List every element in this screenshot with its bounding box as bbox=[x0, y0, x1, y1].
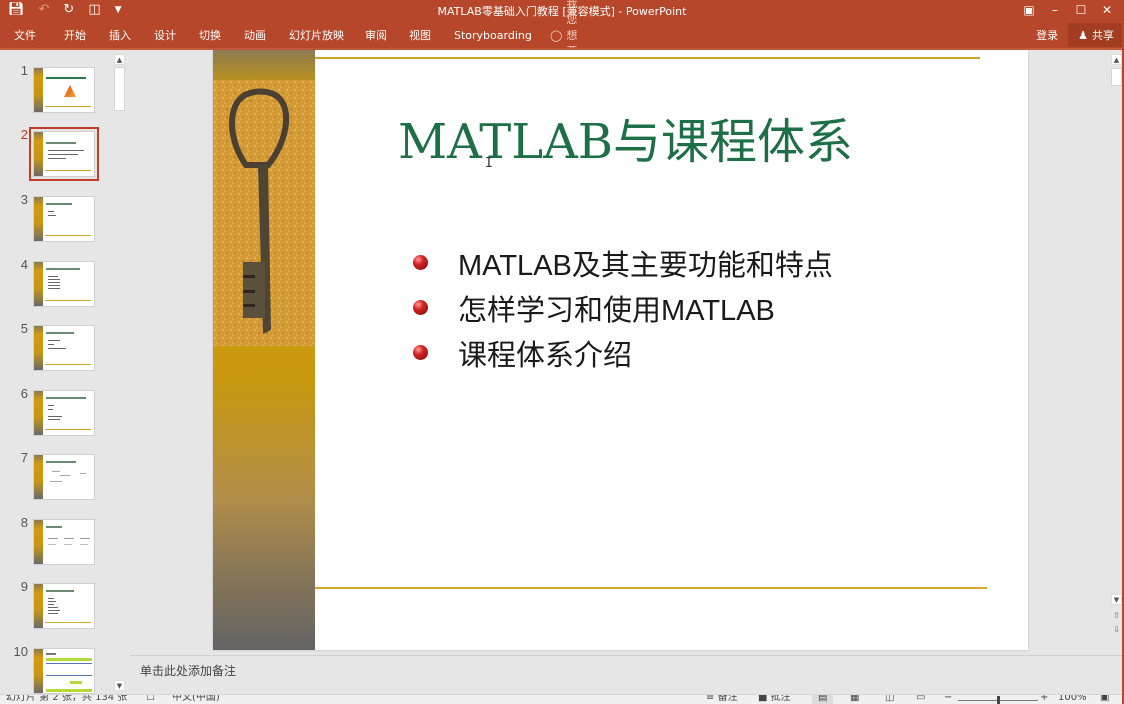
top-accent-line bbox=[315, 57, 980, 59]
comments-toggle[interactable]: ■ 批注 bbox=[758, 694, 791, 704]
scroll-up-icon[interactable]: ▲ bbox=[114, 54, 125, 65]
key-image bbox=[213, 80, 315, 346]
thumbnail-number: 10 bbox=[13, 644, 28, 659]
close-icon[interactable]: ✕ bbox=[1094, 1, 1120, 19]
thumbnail-scrollbar[interactable]: ▲ ▼ bbox=[113, 52, 126, 694]
thumbnail-number: 6 bbox=[20, 386, 28, 401]
bullet-item: 怎样学习和使用MATLAB bbox=[411, 285, 833, 330]
scrollbar-thumb[interactable] bbox=[1111, 68, 1122, 86]
bullet-item: MATLAB及其主要功能和特点 bbox=[411, 240, 833, 285]
slide-title[interactable]: MATLAB与课程体系 bbox=[398, 102, 853, 172]
tab-slideshow[interactable]: 幻灯片放映 bbox=[289, 27, 344, 43]
thumbnail-preview bbox=[33, 196, 95, 242]
zoom-slider-thumb[interactable] bbox=[997, 696, 1000, 704]
zoom-out-icon[interactable]: − bbox=[944, 695, 952, 704]
thumbnail-number: 8 bbox=[20, 515, 28, 530]
thumbnail-number: 3 bbox=[20, 192, 28, 207]
thumbnail-number: 4 bbox=[20, 257, 28, 272]
slide-counter: 幻灯片 第 2 张，共 134 张 bbox=[6, 694, 128, 703]
tab-insert[interactable]: 插入 bbox=[109, 27, 131, 43]
minimize-icon[interactable]: – bbox=[1042, 1, 1068, 19]
zoom-in-icon[interactable]: + bbox=[1040, 695, 1048, 704]
reading-view-icon[interactable]: ◫ bbox=[885, 695, 894, 704]
thumbnail-slide-6[interactable]: 6 bbox=[0, 386, 112, 442]
tab-review[interactable]: 审阅 bbox=[365, 27, 387, 43]
thumbnail-slide-3[interactable]: 3 bbox=[0, 192, 112, 248]
comment-icon: ■ bbox=[758, 694, 768, 703]
next-slide-icon[interactable]: ⇩ bbox=[1111, 625, 1122, 634]
bullet-text: 怎样学习和使用MATLAB bbox=[458, 294, 775, 327]
thumbnail-preview bbox=[33, 583, 95, 629]
maximize-icon[interactable]: ☐ bbox=[1068, 1, 1094, 19]
bullet-list[interactable]: MATLAB及其主要功能和特点 怎样学习和使用MATLAB 课程体系介绍 bbox=[411, 240, 833, 375]
thumbnail-preview bbox=[33, 648, 95, 694]
bullet-ball-icon bbox=[413, 345, 428, 360]
thumbnail-number: 9 bbox=[20, 579, 28, 594]
scroll-down-icon[interactable]: ▼ bbox=[1111, 594, 1122, 605]
thumbnail-slide-7[interactable]: 7 bbox=[0, 450, 112, 506]
bullet-ball-icon bbox=[413, 300, 428, 315]
thumbnail-preview bbox=[33, 390, 95, 436]
slide-thumbnail-pane: 1 2 3 4 5 6 7 8 9 10 bbox=[0, 50, 128, 694]
bottom-accent-line bbox=[315, 587, 987, 589]
window-controls: ▣ – ☐ ✕ bbox=[1016, 1, 1120, 19]
lightbulb-icon: ◯ bbox=[550, 28, 563, 42]
spellcheck-icon[interactable]: ☐ bbox=[146, 695, 155, 704]
tab-transitions[interactable]: 切换 bbox=[199, 27, 221, 43]
slide-sorter-icon[interactable]: ▦ bbox=[850, 695, 859, 704]
thumbnail-preview bbox=[33, 519, 95, 565]
slideshow-icon[interactable]: ▭ bbox=[916, 695, 925, 704]
scrollbar-thumb[interactable] bbox=[114, 67, 125, 111]
notes-icon: ≡ bbox=[706, 694, 715, 703]
scroll-up-icon[interactable]: ▲ bbox=[1111, 54, 1122, 65]
normal-view-icon[interactable]: ▤ bbox=[812, 695, 834, 704]
thumbnail-number: 5 bbox=[20, 321, 28, 336]
thumbnail-preview bbox=[33, 261, 95, 307]
thumbnail-preview-selected bbox=[29, 127, 99, 181]
language-indicator[interactable]: 中文(中国) bbox=[172, 695, 220, 704]
tab-view[interactable]: 视图 bbox=[409, 27, 431, 43]
thumbnail-slide-9[interactable]: 9 bbox=[0, 579, 112, 635]
notes-toggle[interactable]: ≡ 备注 bbox=[706, 694, 738, 704]
thumbnail-slide-4[interactable]: 4 bbox=[0, 257, 112, 313]
thumbnail-preview bbox=[33, 325, 95, 371]
bullet-ball-icon bbox=[413, 255, 428, 270]
tab-file[interactable]: 文件 bbox=[14, 27, 36, 43]
login-link[interactable]: 登录 bbox=[1036, 27, 1058, 43]
current-slide[interactable]: MATLAB与课程体系 I MATLAB及其主要功能和特点 怎样学习和使用MAT… bbox=[213, 50, 1028, 650]
ribbon-display-options-icon[interactable]: ▣ bbox=[1016, 1, 1042, 19]
thumbnail-preview bbox=[33, 454, 95, 500]
thumbnail-slide-5[interactable]: 5 bbox=[0, 321, 112, 377]
thumbnail-slide-8[interactable]: 8 bbox=[0, 515, 112, 571]
bullet-text: 课程体系介绍 bbox=[458, 339, 633, 372]
notes-placeholder[interactable]: 单击此处添加备注 bbox=[140, 662, 236, 679]
fit-to-window-icon[interactable]: ▣ bbox=[1100, 695, 1109, 704]
zoom-level[interactable]: 100% bbox=[1058, 695, 1087, 704]
tab-storyboarding[interactable]: Storyboarding bbox=[454, 29, 532, 42]
thumbnail-number: 2 bbox=[20, 127, 28, 142]
scroll-down-icon[interactable]: ▼ bbox=[114, 680, 125, 691]
thumbnail-number: 1 bbox=[20, 63, 28, 78]
tab-design[interactable]: 设计 bbox=[154, 27, 176, 43]
bullet-item: 课程体系介绍 bbox=[411, 330, 833, 375]
previous-slide-icon[interactable]: ⇧ bbox=[1111, 611, 1122, 620]
tab-animations[interactable]: 动画 bbox=[244, 27, 266, 43]
ribbon: 文件 开始 插入 设计 切换 动画 幻灯片放映 审阅 视图 Storyboard… bbox=[0, 0, 1124, 106]
person-add-icon: ♟︎ bbox=[1078, 28, 1088, 42]
status-bar: 幻灯片 第 2 张，共 134 张 ☐ 中文(中国) ≡ 备注 ■ 批注 ▤ ▦… bbox=[0, 694, 1124, 704]
text-cursor-icon: I bbox=[485, 156, 493, 171]
thumbnail-slide-10[interactable]: 10 bbox=[0, 644, 112, 694]
thumbnail-slide-1[interactable]: 1 bbox=[0, 63, 112, 119]
thumbnail-number: 7 bbox=[20, 450, 28, 465]
tab-home[interactable]: 开始 bbox=[64, 27, 86, 43]
account-area: 登录 ♟︎ 共享 bbox=[1036, 22, 1124, 48]
share-label: 共享 bbox=[1092, 29, 1114, 42]
notes-pane[interactable]: 单击此处添加备注 bbox=[130, 655, 1124, 694]
slide-editor: MATLAB与课程体系 I MATLAB及其主要功能和特点 怎样学习和使用MAT… bbox=[130, 50, 1124, 655]
thumbnail-slide-2[interactable]: 2 bbox=[0, 127, 112, 183]
thumbnail-preview bbox=[33, 67, 95, 113]
share-button[interactable]: ♟︎ 共享 bbox=[1068, 23, 1124, 47]
bullet-text: MATLAB及其主要功能和特点 bbox=[458, 249, 833, 282]
